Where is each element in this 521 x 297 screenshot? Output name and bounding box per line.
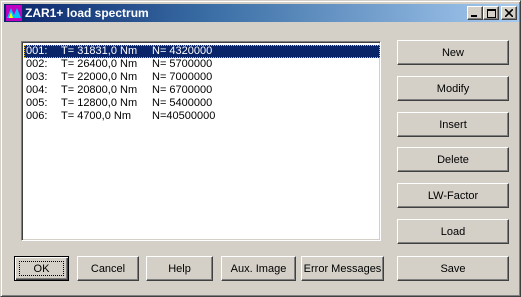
cancel-button[interactable]: Cancel <box>77 256 139 281</box>
list-item-index: 001: <box>26 45 48 57</box>
list-item-torque: T= 26400,0 Nm <box>61 58 138 70</box>
list-item-torque: T= 20800,0 Nm <box>61 84 138 96</box>
aux-image-button[interactable]: Aux. Image <box>221 256 296 281</box>
close-button[interactable] <box>501 6 517 20</box>
minimize-button[interactable] <box>467 6 483 20</box>
list-item[interactable]: 002: T= 26400,0 Nm N= 5700000 <box>24 58 380 71</box>
list-item-cycles: N= 5700000 <box>152 58 213 70</box>
list-item-torque: T= 4700,0 Nm <box>61 110 132 122</box>
list-item-index: 006: <box>26 110 48 122</box>
list-item-cycles: N= 4320000 <box>152 45 213 57</box>
list-item-index: 002: <box>26 58 48 70</box>
list-item-cycles: N= 7000000 <box>152 71 213 83</box>
load-spectrum-window: ZAR1+ load spectrum 001: T= 31831,0 Nm N… <box>0 0 521 297</box>
list-item[interactable]: 001: T= 31831,0 Nm N= 4320000 <box>24 45 380 58</box>
list-item-index: 004: <box>26 84 48 96</box>
delete-button[interactable]: Delete <box>397 147 509 172</box>
list-item-cycles: N= 6700000 <box>152 84 213 96</box>
list-item[interactable]: 005: T= 12800,0 Nm N= 5400000 <box>24 97 380 110</box>
minimize-icon <box>471 15 477 17</box>
error-messages-button[interactable]: Error Messages <box>301 256 384 281</box>
zar-app-icon <box>6 5 22 21</box>
list-item-torque: T= 12800,0 Nm <box>61 97 138 109</box>
help-button[interactable]: Help <box>146 256 213 281</box>
list-item-torque: T= 22000,0 Nm <box>61 71 138 83</box>
list-item[interactable]: 004: T= 20800,0 Nm N= 6700000 <box>24 84 380 97</box>
maximize-button[interactable] <box>483 6 499 20</box>
window-controls <box>467 6 517 20</box>
lw-factor-button[interactable]: LW-Factor <box>397 183 509 208</box>
list-item-torque: T= 31831,0 Nm <box>61 45 138 57</box>
window-title: ZAR1+ load spectrum <box>25 6 149 20</box>
insert-button[interactable]: Insert <box>397 112 509 137</box>
maximize-icon <box>487 9 496 18</box>
load-button[interactable]: Load <box>397 219 509 244</box>
new-button[interactable]: New <box>397 40 509 65</box>
list-item-cycles: N=40500000 <box>152 110 216 122</box>
ok-button-label: OK <box>33 262 50 275</box>
load-spectrum-list[interactable]: 001: T= 31831,0 Nm N= 4320000 002: T= 26… <box>21 41 381 241</box>
list-item-cycles: N= 5400000 <box>152 97 213 109</box>
list-item-index: 005: <box>26 97 48 109</box>
list-item[interactable]: 003: T= 22000,0 Nm N= 7000000 <box>24 71 380 84</box>
list-item[interactable]: 006: T= 4700,0 Nm N=40500000 <box>24 110 380 123</box>
close-icon <box>505 9 513 17</box>
list-item-index: 003: <box>26 71 48 83</box>
ok-button[interactable]: OK <box>14 256 69 281</box>
save-button[interactable]: Save <box>397 256 509 281</box>
title-bar[interactable]: ZAR1+ load spectrum <box>4 4 519 22</box>
modify-button[interactable]: Modify <box>397 76 509 101</box>
